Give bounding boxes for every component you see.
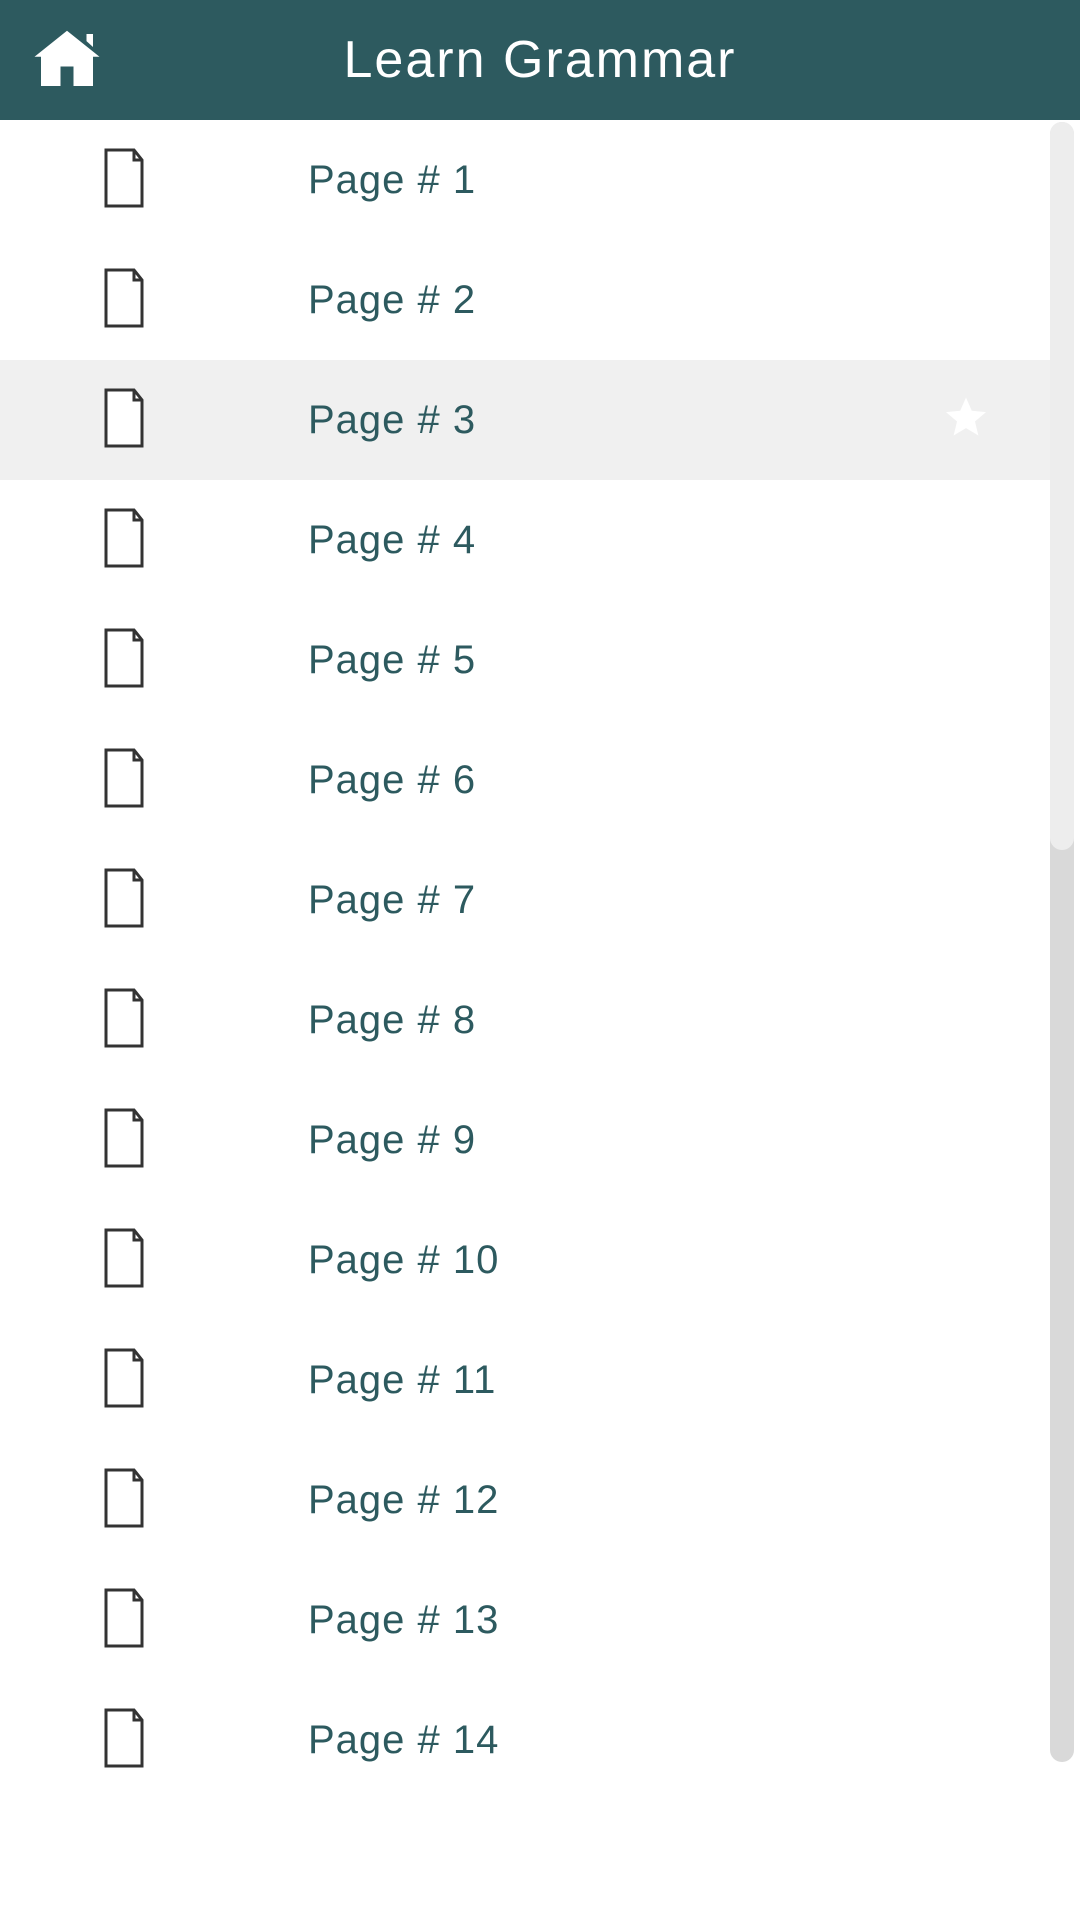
page-list-item[interactable]: Page # 9 [0,1080,1050,1200]
page-item-label: Page # 4 [308,518,476,563]
page-list-item[interactable]: Page # 6 [0,720,1050,840]
page-item-label: Page # 11 [308,1358,496,1403]
star-icon [942,394,990,447]
page-list-item[interactable]: Page # 3 [0,360,1050,480]
page-list-item[interactable]: Page # 11 [0,1320,1050,1440]
app-header: Learn Grammar [0,0,1080,120]
page-item-label: Page # 14 [308,1718,499,1763]
page-list-item[interactable]: Page # 5 [0,600,1050,720]
page-item-label: Page # 2 [308,278,476,323]
home-icon [28,21,106,99]
file-icon [100,747,148,814]
page-item-label: Page # 10 [308,1238,499,1283]
file-icon [100,387,148,454]
page-item-label: Page # 9 [308,1118,476,1163]
file-icon [100,1587,148,1654]
file-icon [100,267,148,334]
page-list-item[interactable]: Page # 1 [0,120,1050,240]
page-list-item[interactable]: Page # 7 [0,840,1050,960]
page-list-item[interactable]: Page # 4 [0,480,1050,600]
file-icon [100,867,148,934]
page-list-item[interactable]: Page # 10 [0,1200,1050,1320]
scrollbar-track[interactable] [1050,122,1074,1762]
page-list-item[interactable]: Page # 2 [0,240,1050,360]
file-icon [100,1467,148,1534]
page-item-label: Page # 7 [308,878,476,923]
file-icon [100,627,148,694]
scrollbar-thumb[interactable] [1050,122,1074,850]
home-button[interactable] [28,21,106,99]
page-list: Page # 1 Page # 2 Page # 3 Page # 4 Page… [0,120,1050,1920]
page-item-label: Page # 3 [308,398,476,443]
page-item-label: Page # 8 [308,998,476,1043]
page-item-label: Page # 13 [308,1598,499,1643]
file-icon [100,1227,148,1294]
file-icon [100,1107,148,1174]
page-item-label: Page # 12 [308,1478,499,1523]
page-list-item[interactable]: Page # 12 [0,1440,1050,1560]
page-item-label: Page # 5 [308,638,476,683]
file-icon [100,507,148,574]
page-list-item[interactable]: Page # 8 [0,960,1050,1080]
file-icon [100,1347,148,1414]
page-item-label: Page # 6 [308,758,476,803]
file-icon [100,987,148,1054]
page-list-item[interactable]: Page # 14 [0,1680,1050,1800]
page-item-label: Page # 1 [308,158,476,203]
content-area: Page # 1 Page # 2 Page # 3 Page # 4 Page… [0,120,1080,1920]
page-title: Learn Grammar [344,30,737,90]
page-list-item[interactable]: Page # 13 [0,1560,1050,1680]
file-icon [100,1707,148,1774]
file-icon [100,147,148,214]
